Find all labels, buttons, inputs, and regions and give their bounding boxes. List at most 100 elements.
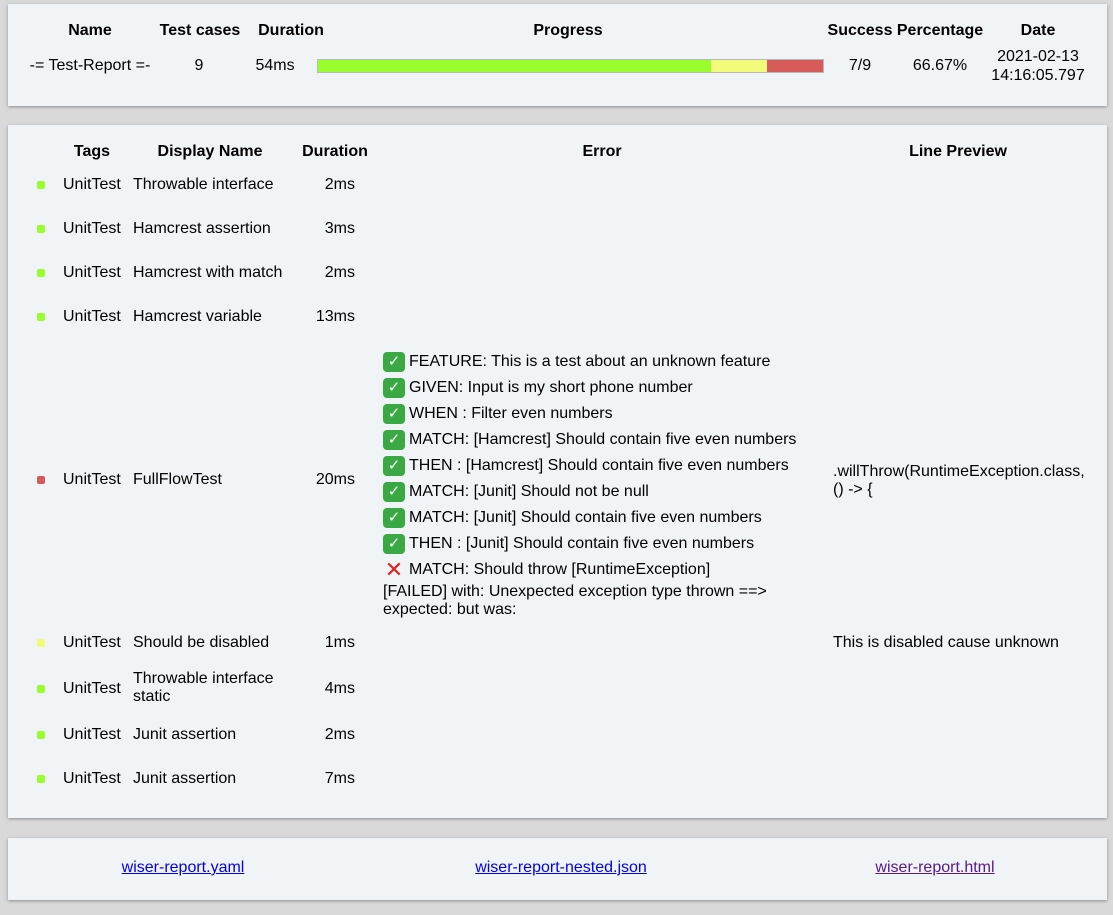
test-tag: UnitTest <box>63 770 121 787</box>
error-step: ✓ THEN : [Hamcrest] Should contain five e… <box>383 453 796 479</box>
test-duration: 2ms <box>324 726 355 743</box>
error-step: ✓ MATCH: [Hamcrest] Should contain five e… <box>383 427 796 453</box>
line-preview-text: () -> { <box>833 481 873 498</box>
error-step: ✓ MATCH: [Junit] Should not be null <box>383 479 796 505</box>
status-dot <box>37 731 45 739</box>
line-preview-text: .willThrow(RuntimeException.class, <box>833 463 1085 480</box>
error-step-failed: ✕ MATCH: Should throw [RuntimeException] <box>383 557 796 583</box>
test-tag: UnitTest <box>63 176 121 193</box>
check-icon: ✓ <box>383 404 405 424</box>
error-step: ✓ GIVEN: Input is my short phone number <box>383 375 796 401</box>
check-icon: ✓ <box>383 508 405 528</box>
error-step-text: THEN : [Hamcrest] Should contain five ev… <box>409 457 789 474</box>
header-progress: Progress <box>533 22 603 39</box>
status-dot <box>37 313 45 321</box>
test-display-name: Hamcrest with match <box>133 264 283 281</box>
header-error: Error <box>582 143 622 160</box>
error-step-text: MATCH: [Hamcrest] Should contain five ev… <box>409 431 797 448</box>
status-dot <box>37 181 45 189</box>
error-step-text: MATCH: Should throw [RuntimeException] <box>409 561 711 578</box>
test-display-name: Throwable interface static <box>133 670 274 706</box>
error-step: ✓ WHEN : Filter even numbers <box>383 401 796 427</box>
error-step: ✓ THEN : [Junit] Should contain five even… <box>383 531 796 557</box>
header-success: Success <box>827 22 893 39</box>
error-step-text: THEN : [Junit] Should contain five even … <box>409 535 755 552</box>
status-dot <box>37 775 45 783</box>
status-dot <box>37 476 45 484</box>
progress-disabled-segment <box>710 60 767 72</box>
progress-bar <box>317 59 824 73</box>
error-message-line: expected: but was: <box>383 601 517 618</box>
line-preview: This is disabled cause unknown <box>833 634 1059 651</box>
yaml-report-link[interactable]: wiser-report.yaml <box>122 859 245 877</box>
header-display-name: Display Name <box>157 143 263 160</box>
error-details: ✓ FEATURE: This is a test about an unknow… <box>383 349 796 619</box>
test-duration: 7ms <box>324 770 355 787</box>
status-dot <box>37 639 45 647</box>
error-message-line: [FAILED] with: Unexpected exception type… <box>383 583 767 600</box>
total-duration: 54ms <box>255 57 295 74</box>
test-display-name-line: static <box>133 688 171 705</box>
error-step-text: FEATURE: This is a test about an unknown… <box>409 353 771 370</box>
test-duration: 3ms <box>324 220 355 237</box>
links-card: wiser-report.yaml wiser-report-nested.js… <box>8 838 1107 900</box>
header-name: Name <box>68 22 112 39</box>
check-icon: ✓ <box>383 534 405 554</box>
error-step-text: WHEN : Filter even numbers <box>409 405 613 422</box>
line-preview: .willThrow(RuntimeException.class, () ->… <box>833 463 1085 499</box>
status-dot <box>37 269 45 277</box>
test-display-name: FullFlowTest <box>133 471 222 488</box>
test-duration: 13ms <box>315 308 355 325</box>
header-percentage: Percentage <box>896 22 984 39</box>
progress-failed-segment <box>766 60 823 72</box>
summary-card: Name Test cases Duration Progress Succes… <box>8 4 1107 106</box>
error-step: ✓ MATCH: [Junit] Should contain five even… <box>383 505 796 531</box>
test-duration: 4ms <box>324 680 355 697</box>
test-tag: UnitTest <box>63 264 121 281</box>
success-count: 7/9 <box>848 57 872 74</box>
test-duration: 2ms <box>324 264 355 281</box>
test-tag: UnitTest <box>63 726 121 743</box>
test-display-name-line: Throwable interface <box>133 670 274 687</box>
progress-passed-segment <box>318 60 711 72</box>
check-icon: ✓ <box>383 430 405 450</box>
test-duration: 20ms <box>315 471 355 488</box>
test-tag: UnitTest <box>63 634 121 651</box>
check-icon: ✓ <box>383 482 405 502</box>
check-icon: ✓ <box>383 378 405 398</box>
header-duration: Duration <box>258 22 324 39</box>
test-display-name: Junit assertion <box>133 726 237 743</box>
report-name: -= Test-Report =- <box>29 57 151 74</box>
test-tag: UnitTest <box>63 308 121 325</box>
test-duration: 1ms <box>324 634 355 651</box>
header-tags: Tags <box>73 143 111 160</box>
test-duration: 2ms <box>324 176 355 193</box>
test-display-name: Hamcrest variable <box>133 308 262 325</box>
status-dot <box>37 225 45 233</box>
test-display-name: Should be disabled <box>133 634 270 651</box>
test-display-name: Junit assertion <box>133 770 237 787</box>
success-percentage: 66.67% <box>912 57 968 74</box>
check-icon: ✓ <box>383 352 405 372</box>
test-tag: UnitTest <box>63 680 121 697</box>
test-display-name: Throwable interface <box>133 176 274 193</box>
error-step: ✓ FEATURE: This is a test about an unknow… <box>383 349 796 375</box>
error-step-text: GIVEN: Input is my short phone number <box>409 379 693 396</box>
check-icon: ✓ <box>383 456 405 476</box>
header-test-duration: Duration <box>302 143 368 160</box>
cross-icon: ✕ <box>384 557 404 582</box>
nested-json-report-link[interactable]: wiser-report-nested.json <box>475 859 647 877</box>
report-date: 2021-02-13 14:16:05.797 <box>991 47 1084 85</box>
header-test-cases: Test cases <box>159 22 241 39</box>
html-report-link[interactable]: wiser-report.html <box>875 859 994 877</box>
report-date-day: 2021-02-13 <box>997 48 1079 65</box>
tests-card: Tags Display Name Duration Error Line Pr… <box>8 125 1107 818</box>
header-date: Date <box>1020 22 1056 39</box>
test-display-name: Hamcrest assertion <box>133 220 271 237</box>
header-line-preview: Line Preview <box>909 143 1007 160</box>
error-step-text: MATCH: [Junit] Should contain five even … <box>409 509 762 526</box>
test-cases-count: 9 <box>194 57 204 74</box>
test-tag: UnitTest <box>63 220 121 237</box>
status-dot <box>37 685 45 693</box>
error-step-text: MATCH: [Junit] Should not be null <box>409 483 649 500</box>
